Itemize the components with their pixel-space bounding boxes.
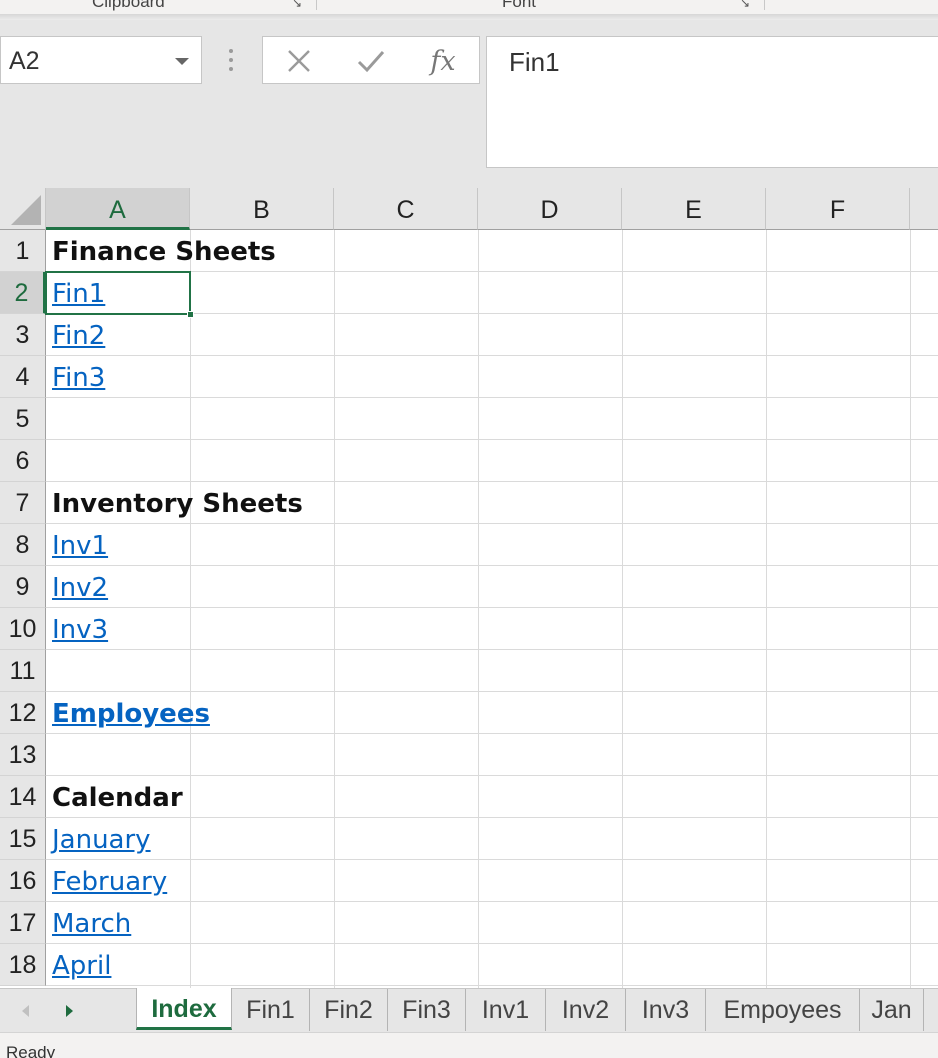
font-launcher-icon[interactable]: ↘: [740, 0, 754, 10]
sheet-tab-jan[interactable]: Jan: [860, 989, 924, 1031]
gridline-vertical: [478, 230, 479, 988]
gridline-horizontal: [46, 397, 938, 398]
gridline-horizontal: [46, 439, 938, 440]
gridline-horizontal: [46, 859, 938, 860]
status-text: Ready: [6, 1043, 56, 1058]
fill-handle[interactable]: [187, 311, 194, 318]
section-heading-cell[interactable]: Calendar: [46, 776, 183, 818]
section-heading-cell[interactable]: Inventory Sheets: [46, 482, 303, 524]
row-header-13[interactable]: 13: [0, 734, 46, 776]
row-header-1[interactable]: 1: [0, 230, 46, 272]
row-header-8[interactable]: 8: [0, 524, 46, 566]
formula-value: Fin1: [509, 47, 560, 77]
gridline-vertical: [190, 230, 191, 988]
column-header-c[interactable]: C: [334, 188, 478, 230]
worksheet-grid[interactable]: A B C D E F 1 Finance Sheets 2 Fin1 3 Fin2 4 Fin3 5 6 7 I…: [0, 188, 938, 988]
select-all-triangle-icon: [11, 195, 41, 225]
name-box-value: A2: [9, 47, 40, 75]
gridline-horizontal: [46, 943, 938, 944]
sheet-tab-fin1[interactable]: Fin1: [232, 989, 310, 1031]
sheet-tab-empoyees[interactable]: Empoyees: [706, 989, 860, 1031]
ribbon-separator: [764, 0, 765, 10]
enter-check-icon[interactable]: [351, 41, 391, 81]
gridline-horizontal: [46, 985, 938, 986]
drag-handle-icon[interactable]: [226, 49, 236, 73]
formula-bar: A2 fx Fin1: [0, 20, 938, 188]
sheet-tab-inv3[interactable]: Inv3: [626, 989, 706, 1031]
hyperlink-cell[interactable]: Employees: [46, 692, 210, 734]
hyperlink-cell[interactable]: April: [46, 944, 111, 986]
name-box[interactable]: A2: [0, 36, 202, 84]
gridline-horizontal: [46, 607, 938, 608]
hyperlink-cell[interactable]: January: [46, 818, 151, 860]
ribbon-group-clipboard: Clipboard: [92, 0, 165, 11]
scroll-tabs-left-icon[interactable]: [22, 1005, 29, 1017]
hyperlink-cell[interactable]: February: [46, 860, 167, 902]
row-header-6[interactable]: 6: [0, 440, 46, 482]
clipboard-launcher-icon[interactable]: ↘: [292, 0, 306, 10]
sheet-tab-fin3[interactable]: Fin3: [388, 989, 466, 1031]
status-bar: Ready: [0, 1032, 938, 1058]
column-header-b[interactable]: B: [190, 188, 334, 230]
formula-buttons: fx: [262, 36, 480, 84]
gridline-vertical: [766, 230, 767, 988]
gridline-vertical: [622, 230, 623, 988]
chevron-down-icon[interactable]: [175, 58, 189, 65]
row-header-9[interactable]: 9: [0, 566, 46, 608]
column-header-d[interactable]: D: [478, 188, 622, 230]
row-header-12[interactable]: 12: [0, 692, 46, 734]
row-header-10[interactable]: 10: [0, 608, 46, 650]
sheet-tab-bar: Index Fin1 Fin2 Fin3 Inv1 Inv2 Inv3 Empoyees Jan: [0, 988, 938, 1032]
gridline-horizontal: [46, 901, 938, 902]
formula-input[interactable]: Fin1: [486, 36, 938, 168]
hyperlink-cell[interactable]: Fin3: [46, 356, 105, 398]
row-header-16[interactable]: 16: [0, 860, 46, 902]
hyperlink-cell[interactable]: Inv3: [46, 608, 108, 650]
active-cell-outline: [45, 271, 194, 318]
hyperlink-cell[interactable]: Inv2: [46, 566, 108, 608]
column-header-f[interactable]: F: [766, 188, 910, 230]
gridline-horizontal: [46, 565, 938, 566]
row-header-7[interactable]: 7: [0, 482, 46, 524]
cancel-x-icon[interactable]: [279, 41, 319, 81]
row-header-4[interactable]: 4: [0, 356, 46, 398]
column-header-e[interactable]: E: [622, 188, 766, 230]
ribbon-group-font: Font: [502, 0, 537, 11]
select-all-button[interactable]: [0, 188, 46, 230]
ribbon: Clipboard ↘ Font ↘: [0, 0, 938, 14]
row-header-18[interactable]: 18: [0, 944, 46, 986]
row-header-2[interactable]: 2: [0, 272, 46, 314]
sheet-tab-fin2[interactable]: Fin2: [310, 989, 388, 1031]
column-header-a[interactable]: A: [46, 188, 190, 230]
scroll-tabs-right-icon[interactable]: [66, 1005, 73, 1017]
sheet-tab-index[interactable]: Index: [136, 988, 232, 1030]
section-heading-cell[interactable]: Finance Sheets: [46, 230, 276, 272]
column-header-partial[interactable]: [910, 188, 938, 230]
gridline-horizontal: [46, 649, 938, 650]
hyperlink-cell[interactable]: March: [46, 902, 131, 944]
gridline-vertical: [910, 230, 911, 988]
gridline-vertical: [334, 230, 335, 988]
row-header-11[interactable]: 11: [0, 650, 46, 692]
hyperlink-cell[interactable]: Inv1: [46, 524, 108, 566]
sheet-tab-inv1[interactable]: Inv1: [466, 989, 546, 1031]
row-header-17[interactable]: 17: [0, 902, 46, 944]
row-header-5[interactable]: 5: [0, 398, 46, 440]
ribbon-separator: [316, 0, 317, 10]
row-header-3[interactable]: 3: [0, 314, 46, 356]
hyperlink-cell[interactable]: Fin2: [46, 314, 105, 356]
gridline-horizontal: [46, 355, 938, 356]
row-header-15[interactable]: 15: [0, 818, 46, 860]
row-header-14[interactable]: 14: [0, 776, 46, 818]
sheet-tab-inv2[interactable]: Inv2: [546, 989, 626, 1031]
insert-function-icon[interactable]: fx: [423, 41, 463, 81]
